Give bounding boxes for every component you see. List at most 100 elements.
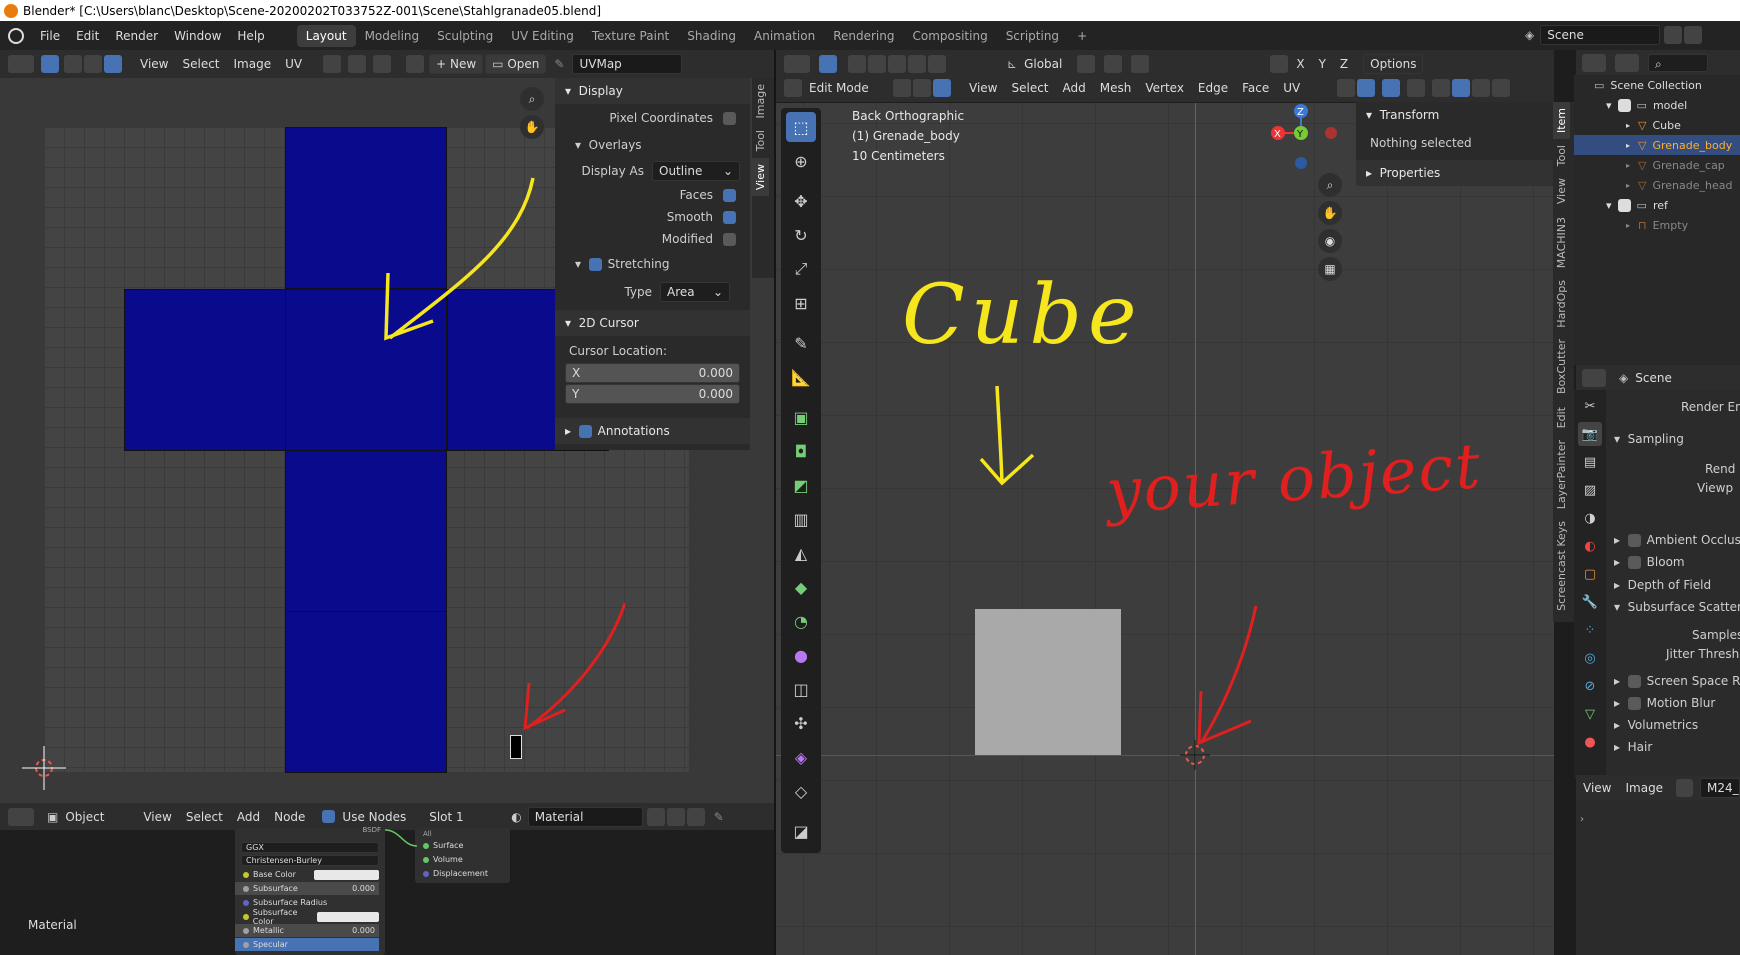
mirror-icon[interactable] [1270,55,1289,73]
editor-type-icon[interactable] [8,55,34,73]
sampling-panel-header[interactable]: ▾ Sampling [1614,432,1684,446]
menu-help[interactable]: Help [229,29,272,43]
tab-uv-editing[interactable]: UV Editing [502,25,583,47]
expand-arrow-icon[interactable]: ▸ [1626,181,1630,190]
base-color-swatch[interactable] [314,869,379,880]
mode-dropdown[interactable]: Edit Mode [803,79,883,97]
constraints-tab-icon[interactable]: ⊘ [1578,674,1602,698]
image-menu-view[interactable]: View [1576,781,1618,795]
volume-socket[interactable]: Volume [415,853,510,866]
viewport-menu-vertex[interactable]: Vertex [1138,81,1191,95]
shader-type-dropdown[interactable]: Object [58,810,128,824]
select-intersect-icon[interactable] [928,55,946,73]
menu-file[interactable]: File [32,29,68,43]
3d-viewport[interactable]: Back Orthographic (1) Grenade_body 10 Ce… [776,103,1554,955]
image-browse-icon[interactable] [406,55,425,73]
extra-tool-icon[interactable]: ◪ [786,816,816,846]
select-invert-icon[interactable] [908,55,926,73]
outliner-row[interactable]: ▾ ▭ ref [1574,195,1740,215]
tab-view[interactable]: View [1553,172,1570,210]
select-mode-edge-icon[interactable] [84,55,102,73]
stretching-type-dropdown[interactable]: Area ⌄ [660,282,730,302]
tab-shading[interactable]: Shading [678,25,745,47]
object-tab-icon[interactable]: ▢ [1578,562,1602,586]
uv-2d-cursor-icon[interactable] [22,746,66,790]
volumetrics-panel[interactable]: ▸ Volumetrics [1614,718,1698,732]
tab-scripting[interactable]: Scripting [997,25,1068,47]
visibility-icon[interactable] [1337,79,1356,97]
zoom-icon[interactable]: ⌕ [1318,173,1342,197]
collection-checkbox[interactable] [1617,198,1631,212]
expand-arrow-icon[interactable]: ▾ [1606,99,1612,112]
data-tab-icon[interactable]: ▽ [1578,702,1602,726]
modified-checkbox[interactable] [723,232,736,246]
tab-boxcutter[interactable]: BoxCutter [1553,333,1570,400]
shear-tool-icon[interactable]: ◈ [786,742,816,772]
uv-face[interactable] [285,611,447,773]
snap-icon[interactable] [348,55,367,73]
annotations-panel-header[interactable]: ▸ Annotations [555,418,750,444]
duplicate-material-icon[interactable] [666,807,685,826]
collection-checkbox[interactable] [1617,98,1631,112]
tool-settings-tab-icon[interactable]: ✂ [1578,394,1602,418]
xray-icon[interactable] [1407,79,1426,97]
select-mode-face-icon[interactable] [104,55,122,73]
blender-menu-icon[interactable] [8,27,24,44]
expand-arrow-icon[interactable]: ▸ [1626,161,1630,170]
shading-solid-icon[interactable] [1452,79,1471,97]
select-box-tool-icon[interactable] [819,55,837,73]
tab-image[interactable]: Image [752,78,769,124]
metallic-input[interactable]: Metallic 0.000 [235,924,379,937]
image-browse-icon[interactable] [1676,778,1693,797]
overlay-toggle-icon[interactable] [1382,79,1401,97]
menu-window[interactable]: Window [166,29,229,43]
viewport-menu-view[interactable]: View [962,81,1004,95]
scale-tool-icon[interactable]: ⤢ [786,254,816,284]
navigation-gizmo-icon[interactable]: Z X Y [1256,103,1346,173]
subsurface-input[interactable]: Subsurface 0.000 [235,882,379,895]
edge-slide-tool-icon[interactable]: ◫ [786,674,816,704]
base-color-input[interactable]: Base Color [235,868,385,881]
loop-cut-tool-icon[interactable]: ▥ [786,504,816,534]
material-field[interactable]: Material [527,806,643,827]
node-menu-node[interactable]: Node [267,810,312,824]
tab-screencast-keys[interactable]: Screencast Keys [1553,515,1570,617]
rip-tool-icon[interactable]: ◇ [786,776,816,806]
bloom-panel[interactable]: ▸ Bloom [1614,555,1685,569]
scene-selector-icon[interactable]: ◈ [1525,28,1534,42]
subsurface-scattering-panel[interactable]: ▾ Subsurface Scatterin [1614,600,1740,614]
pin-icon[interactable]: ✎ [714,810,724,824]
scene-tab-icon[interactable]: ◑ [1578,506,1602,530]
cursor-panel-header[interactable]: ▾ 2D Cursor [555,310,750,336]
cube-mesh[interactable] [975,609,1121,755]
face-select-icon[interactable] [933,79,951,97]
ambient-occlusion-checkbox[interactable] [1627,533,1641,547]
tab-layout[interactable]: Layout [296,24,356,47]
select-mode-vertex-icon[interactable] [64,55,82,73]
cursor-x-field[interactable]: X 0.000 [565,363,740,383]
tab-tool[interactable]: Tool [752,124,769,157]
smooth-tool-icon[interactable]: ● [786,640,816,670]
outliner-row[interactable]: ▸ ▽ Grenade_head [1574,175,1740,195]
mirror-y-toggle[interactable]: Y [1312,57,1333,71]
open-image-button[interactable]: ▭ Open [485,54,547,74]
expand-arrow-icon[interactable]: ▸ [1626,221,1630,230]
motion-blur-panel[interactable]: ▸ Motion Blur [1614,696,1715,710]
world-tab-icon[interactable]: ◐ [1578,534,1602,558]
surface-socket[interactable]: Surface [415,839,510,852]
editor-type-icon[interactable] [1582,368,1606,387]
scene-field[interactable]: Scene [1540,25,1661,45]
image-name-field[interactable]: M24_ [1700,777,1740,798]
display-mode-icon[interactable] [1615,53,1639,72]
outliner-row[interactable]: ▸ ▽ Cube [1574,115,1740,135]
output-target-dropdown[interactable]: All [415,829,510,838]
image-menu-image[interactable]: Image [1618,781,1670,795]
unlink-material-icon[interactable] [686,807,705,826]
subsurface-color-swatch[interactable] [317,911,379,922]
select-subtract-icon[interactable] [888,55,906,73]
motion-blur-checkbox[interactable] [1627,696,1641,710]
cursor-y-field[interactable]: Y 0.000 [565,384,740,404]
tab-hardops[interactable]: HardOps [1553,274,1570,334]
hand-pan-icon[interactable]: ✋ [1318,201,1342,225]
screen-space-reflections-panel[interactable]: ▸ Screen Space Re [1614,674,1740,688]
